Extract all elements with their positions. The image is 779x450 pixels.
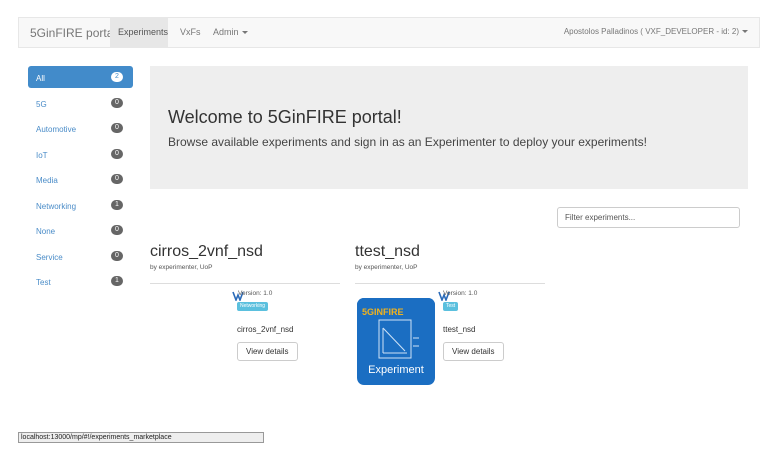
sidebar-item-label: All [36, 74, 45, 83]
page-subtitle: Browse available experiments and sign in… [168, 135, 647, 149]
view-details-button[interactable]: View details [237, 342, 298, 361]
nav-admin-label: Admin [213, 27, 239, 37]
count-badge: 0 [111, 148, 123, 159]
nav-experiments-label: Experiments [118, 27, 169, 37]
category-tag: Test [443, 302, 459, 311]
top-navbar: 5GinFIRE portal Experiments VxFs Admin A… [18, 17, 760, 48]
count-badge: 0 [111, 123, 123, 133]
count-badge: 0 [111, 225, 123, 235]
sidebar-item-label: Networking [36, 201, 77, 211]
caret-down-icon [241, 31, 248, 35]
divider [150, 283, 340, 284]
nav-vxfs[interactable]: VxFs [180, 27, 201, 37]
card-title[interactable]: cirros_2vnf_nsd [150, 243, 340, 261]
sidebar-item-label: Automotive [36, 125, 77, 134]
version-label: Version: 1.0 [443, 290, 478, 297]
user-menu-label: Apostolos Palladinos ( VXF_DEVELOPER - i… [563, 27, 739, 36]
count-badge: 0 [111, 174, 123, 184]
sidebar-item-automotive[interactable]: Automotive 0 [28, 117, 133, 143]
version-label: Version: 1.0 [238, 290, 273, 297]
sidebar-item-service[interactable]: Service 0 [28, 245, 133, 271]
browser-status-bar: localhost:13000/mp/#!/experiments_market… [18, 432, 264, 443]
nav-experiments[interactable]: Experiments [110, 18, 168, 47]
sidebar-item-test[interactable]: Test 1 [28, 270, 133, 296]
count-badge: 0 [111, 97, 123, 108]
count-badge: 2 [111, 72, 123, 82]
sidebar-item-label: Test [36, 278, 51, 287]
count-badge: 1 [111, 199, 123, 210]
sidebar-item-label: Service [36, 252, 63, 262]
sidebar-item-label: None [36, 227, 56, 236]
card-author: by experimenter, UoP [355, 264, 418, 271]
sidebar-item-label: IoT [36, 150, 48, 160]
experiment-name: cirros_2vnf_nsd [237, 325, 294, 334]
logo-wordmark: 5GINFIRE [362, 307, 404, 317]
sidebar-item-5g[interactable]: 5G 0 [28, 92, 133, 118]
divider [355, 283, 545, 284]
sidebar-item-networking[interactable]: Networking 1 [28, 194, 133, 220]
category-sidebar: All 2 5G 0 Automotive 0 IoT 0 Media 0 Ne… [28, 66, 133, 296]
view-details-button[interactable]: View details [443, 342, 504, 361]
card-title[interactable]: ttest_nsd [355, 243, 545, 261]
count-badge: 1 [111, 276, 123, 286]
caret-down-icon [742, 30, 748, 34]
card-author: by experimenter, UoP [150, 264, 213, 271]
brand-link[interactable]: 5GinFIRE portal [30, 26, 116, 40]
count-badge: 0 [111, 250, 123, 261]
logo-caption: Experiment [368, 364, 424, 376]
category-tag: Networking [237, 302, 269, 311]
sidebar-item-label: Media [36, 176, 58, 185]
filter-experiments-input[interactable] [557, 207, 740, 228]
sidebar-item-media[interactable]: Media 0 [28, 168, 133, 194]
experiment-card: ttest_nsd by experimenter, UoP [355, 243, 545, 284]
user-menu[interactable]: Apostolos Palladinos ( VXF_DEVELOPER - i… [564, 27, 748, 36]
sidebar-item-none[interactable]: None 0 [28, 219, 133, 245]
nav-admin[interactable]: Admin [213, 27, 248, 37]
sidebar-item-all[interactable]: All 2 [28, 66, 133, 88]
sidebar-item-label: 5G [36, 99, 47, 109]
sidebar-item-iot[interactable]: IoT 0 [28, 143, 133, 169]
experiment-logo-image: 5GINFIRE Experiment [357, 298, 435, 385]
page-title: Welcome to 5GinFIRE portal! [168, 107, 402, 127]
welcome-banner: Welcome to 5GinFIRE portal! Browse avail… [150, 66, 748, 189]
experiment-name: ttest_nsd [443, 325, 476, 334]
experiment-card: cirros_2vnf_nsd by experimenter, UoP [150, 243, 340, 284]
